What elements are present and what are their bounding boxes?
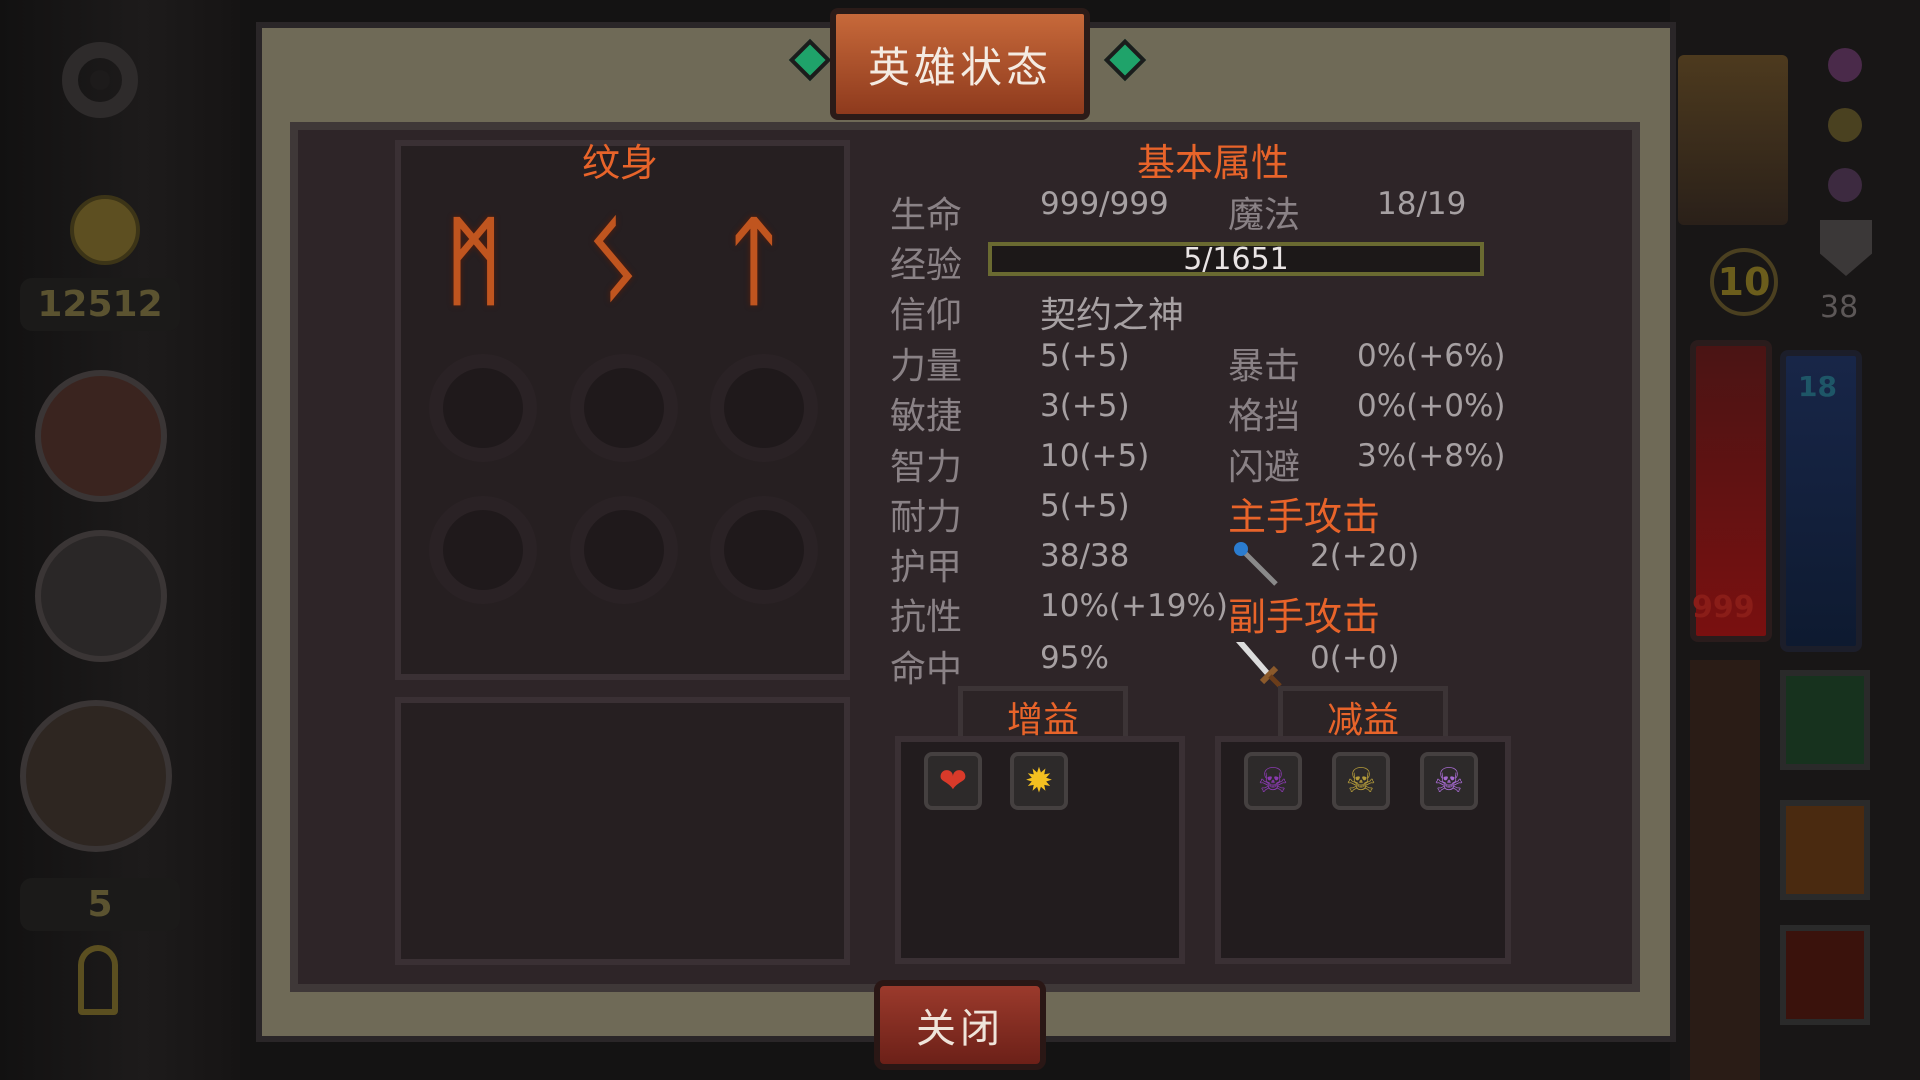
res-label: 抗性 [890, 597, 963, 638]
hp-value: 999/999 [1040, 186, 1169, 222]
curse-skull-icon [1828, 48, 1862, 82]
shield-icon [1820, 220, 1872, 276]
exp-label: 经验 [890, 245, 963, 286]
left-hud: 12512 5 [0, 0, 240, 1080]
right-hud: 10 38 999 18 [1670, 0, 1920, 1080]
hit-value: 95% [1040, 640, 1109, 676]
block-label: 格挡 [1228, 396, 1301, 437]
helmet-icon[interactable] [35, 530, 167, 662]
tattoo-description-box [395, 697, 850, 965]
tattoo-title: 纹身 [582, 141, 659, 185]
agi-value: 3(+5) [1040, 388, 1130, 424]
main-attack-title: 主手攻击 [1228, 495, 1381, 539]
int-value: 10(+5) [1040, 438, 1150, 474]
coin-icon [70, 195, 140, 265]
armor-label: 护甲 [890, 547, 963, 588]
tab-debuffs: 减益 [1278, 686, 1448, 742]
dodge-value: 3%(+8%) [1357, 438, 1506, 474]
faith-label: 信仰 [890, 295, 963, 336]
skull-icon [1828, 108, 1862, 142]
armor-value: 38 [1820, 290, 1859, 325]
purple-skull-debuff-icon[interactable]: ☠ [1244, 752, 1302, 810]
str-label: 力量 [890, 346, 963, 387]
rune-icon[interactable]: ᛗ [445, 205, 503, 317]
sword-shield-icon[interactable] [20, 700, 172, 852]
tattoo-slot[interactable] [584, 510, 664, 590]
int-label: 智力 [890, 447, 963, 488]
close-button[interactable]: 关闭 [874, 980, 1046, 1070]
rune-icon[interactable]: ᛊ [585, 205, 643, 317]
dagger-icon [1232, 638, 1284, 690]
off-attack-title: 副手攻击 [1228, 595, 1381, 639]
faith-value: 契约之神 [1040, 295, 1185, 336]
agi-label: 敏捷 [890, 396, 963, 437]
staff-icon [1232, 540, 1280, 588]
fire-heal-skill-icon[interactable] [1780, 800, 1870, 900]
sta-label: 耐力 [890, 497, 963, 538]
crit-value: 0%(+6%) [1357, 338, 1506, 374]
tattoo-slot[interactable] [584, 368, 664, 448]
sun-buff-icon[interactable]: ✹ [1010, 752, 1068, 810]
crit-label: 暴击 [1228, 346, 1301, 387]
tattoo-slot[interactable] [443, 510, 523, 590]
dodge-label: 闪避 [1228, 447, 1301, 488]
level-badge: 10 [1710, 248, 1778, 316]
heart-buff-icon[interactable]: ❤ [924, 752, 982, 810]
demon-skill-icon[interactable] [1780, 925, 1870, 1025]
title-gem-left [788, 38, 832, 82]
sta-value: 5(+5) [1040, 488, 1130, 524]
tab-buffs: 增益 [958, 686, 1128, 742]
off-attack-value: 0(+0) [1310, 640, 1400, 676]
title-gem-right [1103, 38, 1147, 82]
res-value: 10%(+19%) [1040, 588, 1228, 624]
hero-portrait[interactable] [1678, 55, 1788, 225]
exp-bar: 5/1651 [988, 242, 1484, 277]
tattoo-slot[interactable] [443, 368, 523, 448]
mp-label: 魔法 [1228, 195, 1301, 236]
mp-value: 18 [1798, 370, 1837, 403]
str-value: 5(+5) [1040, 338, 1130, 374]
key-count: 5 [20, 878, 180, 931]
gear-icon[interactable] [50, 30, 150, 130]
bag-icon[interactable] [35, 370, 167, 502]
hp-label: 生命 [890, 195, 963, 236]
gold-skull-debuff-icon[interactable]: ☠ [1332, 752, 1390, 810]
hit-label: 命中 [890, 649, 963, 690]
armor-value: 38/38 [1040, 538, 1130, 574]
tattoo-slot[interactable] [724, 368, 804, 448]
gold-count: 12512 [20, 278, 180, 331]
attributes-title: 基本属性 [1137, 141, 1290, 185]
main-attack-value: 2(+20) [1310, 538, 1420, 574]
hp-value: 999 [1692, 590, 1755, 625]
side-pillar [1690, 660, 1760, 1080]
violet-skull-debuff-icon[interactable]: ☠ [1420, 752, 1478, 810]
curse-skull-icon [1828, 168, 1862, 202]
tattoo-slot[interactable] [724, 510, 804, 590]
panel-title: 英雄状态 [830, 8, 1090, 120]
key-icon [78, 945, 118, 1015]
block-value: 0%(+0%) [1357, 388, 1506, 424]
rune-icon[interactable]: ᛏ [725, 205, 783, 317]
mp-value: 18/19 [1377, 186, 1467, 222]
heal-skill-icon[interactable] [1780, 670, 1870, 770]
